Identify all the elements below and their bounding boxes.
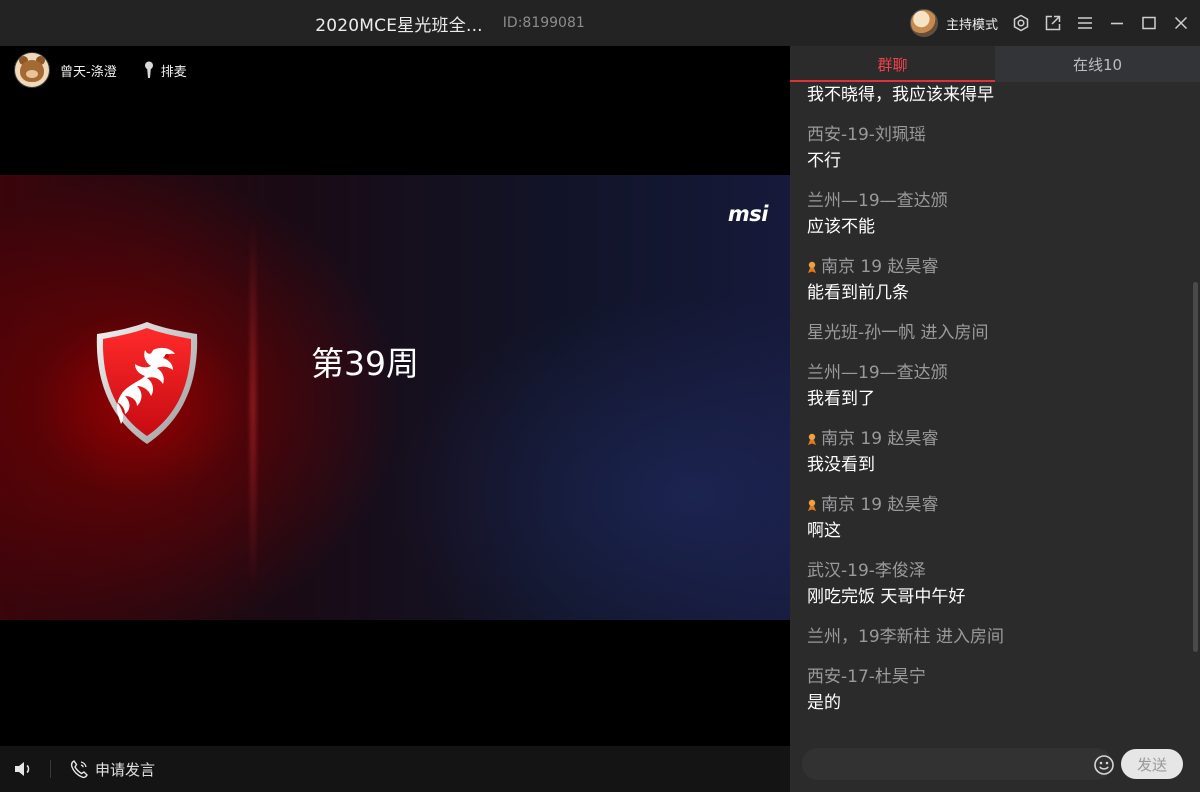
msi-logo-text: msi bbox=[727, 202, 769, 226]
system-message-text: 兰州，19李新柱 进入房间 bbox=[807, 627, 1005, 647]
send-button[interactable]: 发送 bbox=[1121, 749, 1183, 779]
message-text: 不行 bbox=[807, 151, 841, 171]
chat-message: 南京 19 赵昊睿能看到前几条 bbox=[807, 254, 1187, 306]
apply-to-speak-button[interactable]: 申请发言 bbox=[69, 759, 155, 780]
presentation-slide: msi 第39周 bbox=[0, 175, 790, 620]
message-sender[interactable]: 南京 19 赵昊睿 bbox=[821, 254, 938, 280]
live-room-window: 2020MCE星光班全... ID:8199081 主持模式 曾天-涤澄 排麦 … bbox=[0, 0, 1200, 792]
divider bbox=[50, 760, 51, 778]
chat-panel: 群聊 在线10 我不晓得，我应该来得早 西安-19-刘珮瑶 不行 兰州—19—查达颁应… bbox=[790, 46, 1200, 792]
chat-message: 南京 19 赵昊睿啊这 bbox=[807, 492, 1187, 544]
message-text: 是的 bbox=[807, 693, 841, 713]
room-id: ID:8199081 bbox=[502, 15, 585, 31]
message-text: 能看到前几条 bbox=[807, 283, 909, 303]
message-text: 我不晓得，我应该来得早 bbox=[807, 85, 994, 105]
host-mode-button[interactable]: 主持模式 bbox=[946, 14, 998, 33]
host-avatar[interactable] bbox=[909, 9, 938, 37]
message-sender-row: 南京 19 赵昊睿 bbox=[807, 254, 1187, 280]
popout-icon[interactable] bbox=[1044, 14, 1062, 32]
video-control-bar: 申请发言 bbox=[0, 746, 790, 792]
message-sender-row: 武汉-19-李俊泽 bbox=[807, 558, 1187, 584]
message-sender-row: 兰州—19—查达颁 bbox=[807, 360, 1187, 386]
presenter-bar: 曾天-涤澄 排麦 bbox=[0, 46, 790, 94]
message-sender[interactable]: 西安-19-刘珮瑶 bbox=[807, 122, 926, 148]
message-sender-row: 南京 19 赵昊睿 bbox=[807, 426, 1187, 452]
message-sender[interactable]: 西安-17-杜昊宁 bbox=[807, 664, 926, 690]
message-text: 刚吃完饭 天哥中午好 bbox=[807, 587, 966, 607]
message-text: 应该不能 bbox=[807, 217, 875, 237]
chat-input-row: 发送 bbox=[790, 746, 1200, 792]
microphone-icon bbox=[144, 61, 153, 78]
tab-group-chat[interactable]: 群聊 bbox=[790, 46, 995, 82]
system-message: 星光班-孙一帆 进入房间 bbox=[807, 320, 1187, 346]
message-sender-row: 西安-19-刘珮瑶 bbox=[807, 122, 1187, 148]
user-badge-icon bbox=[808, 261, 816, 273]
presenter-name: 曾天-涤澄 bbox=[60, 64, 117, 80]
system-message: 兰州，19李新柱 进入房间 bbox=[807, 624, 1187, 650]
message-sender-row: 南京 19 赵昊睿 bbox=[807, 492, 1187, 518]
title-group: 2020MCE星光班全... ID:8199081 bbox=[0, 0, 900, 46]
menu-icon[interactable] bbox=[1076, 14, 1094, 32]
user-badge-icon bbox=[808, 433, 816, 445]
message-sender[interactable]: 南京 19 赵昊睿 bbox=[821, 426, 938, 452]
message-text: 我没看到 bbox=[807, 455, 875, 475]
minimize-icon[interactable] bbox=[1108, 14, 1126, 32]
video-area: 曾天-涤澄 排麦 msi 第39周 申请发言 bbox=[0, 46, 790, 792]
room-title: 2020MCE星光班全... bbox=[315, 15, 483, 36]
speaker-icon[interactable] bbox=[12, 757, 36, 781]
mic-queue-label: 排麦 bbox=[160, 64, 187, 80]
slide-light-streak bbox=[250, 215, 256, 595]
chat-message: 西安-17-杜昊宁是的 bbox=[807, 664, 1187, 716]
chat-message: 兰州—19—查达颁我看到了 bbox=[807, 360, 1187, 412]
chat-message-list: 我不晓得，我应该来得早 西安-19-刘珮瑶 不行 兰州—19—查达颁 应该不能 南京 19… bbox=[790, 82, 1200, 742]
mic-queue-button[interactable]: 排麦 bbox=[143, 61, 187, 80]
message-text: 我看到了 bbox=[807, 389, 875, 409]
emoji-icon[interactable] bbox=[1093, 754, 1115, 776]
message-sender[interactable]: 兰州—19—查达颁 bbox=[807, 360, 948, 386]
message-sender[interactable]: 南京 19 赵昊睿 bbox=[821, 492, 938, 518]
close-icon[interactable] bbox=[1172, 14, 1190, 32]
presenter-avatar[interactable] bbox=[14, 52, 50, 88]
chat-scrollbar[interactable] bbox=[1193, 282, 1198, 652]
chat-message: 我不晓得，我应该来得早 bbox=[807, 82, 1187, 108]
slide-title: 第39周 bbox=[311, 344, 419, 383]
phone-icon bbox=[70, 760, 88, 779]
title-bar: 2020MCE星光班全... ID:8199081 主持模式 bbox=[0, 0, 1200, 46]
user-badge-icon bbox=[808, 499, 816, 511]
chat-message: 武汉-19-李俊泽刚吃完饭 天哥中午好 bbox=[807, 558, 1187, 610]
maximize-icon[interactable] bbox=[1140, 14, 1158, 32]
message-sender-row: 西安-17-杜昊宁 bbox=[807, 664, 1187, 690]
system-message-text: 星光班-孙一帆 进入房间 bbox=[807, 323, 989, 343]
msi-dragon-shield-logo bbox=[96, 322, 198, 444]
message-sender-row: 兰州—19—查达颁 bbox=[807, 188, 1187, 214]
message-sender[interactable]: 兰州—19—查达颁 bbox=[807, 188, 948, 214]
chat-tabs: 群聊 在线10 bbox=[790, 46, 1200, 82]
title-bar-actions: 主持模式 bbox=[909, 0, 1190, 46]
message-text: 啊这 bbox=[807, 521, 841, 541]
message-sender[interactable]: 武汉-19-李俊泽 bbox=[807, 558, 926, 584]
chat-message: 兰州—19—查达颁应该不能 bbox=[807, 188, 1187, 240]
message-list: 我不晓得，我应该来得早 西安-19-刘珮瑶 不行 兰州—19—查达颁 应该不能 南京 19… bbox=[807, 82, 1187, 716]
chat-message: 南京 19 赵昊睿我没看到 bbox=[807, 426, 1187, 478]
tab-online-users[interactable]: 在线10 bbox=[995, 46, 1200, 82]
settings-icon[interactable] bbox=[1012, 14, 1030, 32]
chat-message-input[interactable] bbox=[802, 748, 1112, 780]
apply-to-speak-label: 申请发言 bbox=[95, 760, 156, 779]
chat-message: 西安-19-刘珮瑶不行 bbox=[807, 122, 1187, 174]
